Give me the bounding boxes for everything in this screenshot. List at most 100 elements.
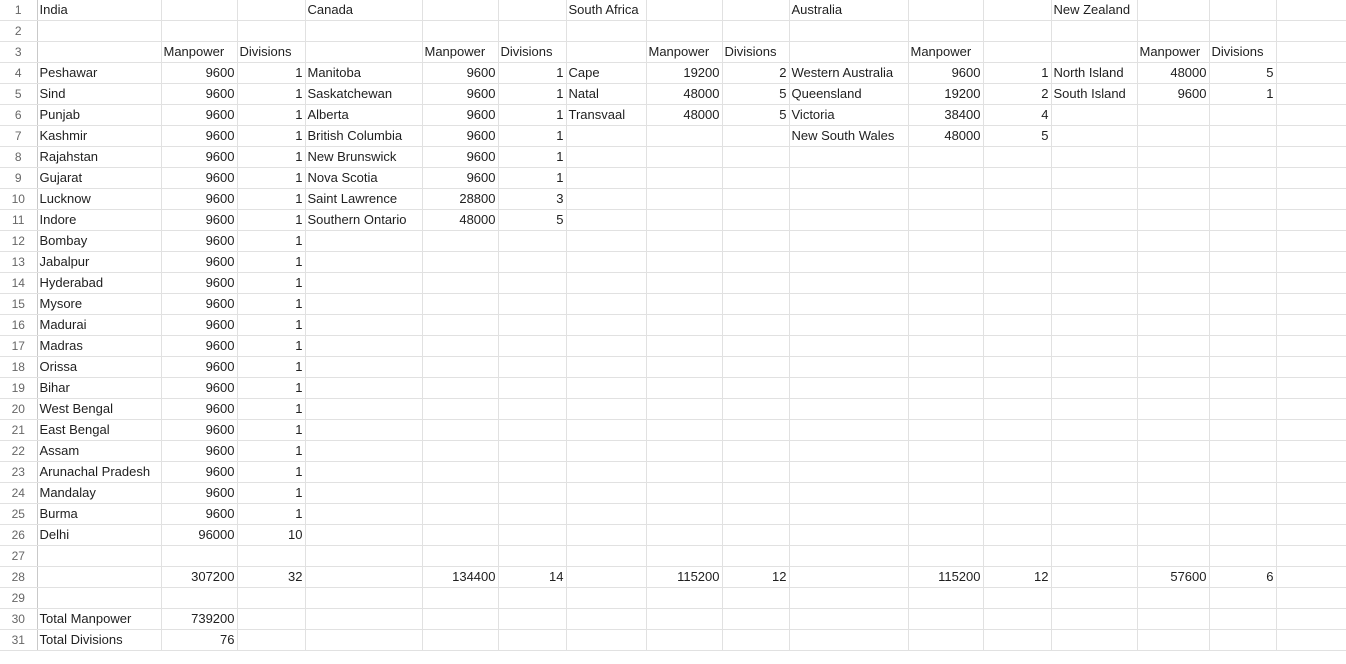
sheet-cell[interactable]: [566, 335, 647, 357]
sheet-cell[interactable]: New Zealand: [1051, 0, 1138, 21]
sheet-cell[interactable]: [983, 440, 1052, 462]
row-header[interactable]: 13: [0, 251, 38, 273]
sheet-cell[interactable]: [422, 356, 499, 378]
sheet-cell[interactable]: [566, 125, 647, 147]
sheet-cell[interactable]: [1137, 272, 1210, 294]
row-header[interactable]: 22: [0, 440, 38, 462]
sheet-cell[interactable]: [1209, 146, 1277, 168]
sheet-cell[interactable]: [722, 0, 790, 21]
sheet-cell[interactable]: 9600: [161, 377, 238, 399]
sheet-cell[interactable]: [498, 419, 567, 441]
sheet-cell[interactable]: [983, 41, 1052, 63]
sheet-cell[interactable]: [722, 503, 790, 525]
sheet-cell[interactable]: South Island: [1051, 83, 1138, 105]
sheet-cell[interactable]: [908, 0, 984, 21]
sheet-cell[interactable]: [161, 0, 238, 21]
sheet-cell[interactable]: [422, 545, 499, 567]
sheet-cell[interactable]: Victoria: [789, 104, 909, 126]
sheet-cell[interactable]: [422, 293, 499, 315]
sheet-cell[interactable]: [646, 188, 723, 210]
sheet-cell[interactable]: Western Australia: [789, 62, 909, 84]
sheet-cell[interactable]: 307200: [161, 566, 238, 588]
sheet-cell[interactable]: [722, 377, 790, 399]
row-header[interactable]: 28: [0, 566, 38, 588]
row-header[interactable]: 15: [0, 293, 38, 315]
sheet-cell[interactable]: [498, 356, 567, 378]
sheet-cell[interactable]: [1276, 62, 1346, 84]
sheet-cell[interactable]: Canada: [305, 0, 423, 21]
sheet-cell[interactable]: Alberta: [305, 104, 423, 126]
sheet-cell[interactable]: [237, 587, 306, 609]
sheet-cell[interactable]: 9600: [422, 125, 499, 147]
sheet-cell[interactable]: [722, 293, 790, 315]
sheet-cell[interactable]: [1209, 545, 1277, 567]
sheet-cell[interactable]: [646, 356, 723, 378]
sheet-cell[interactable]: 9600: [422, 83, 499, 105]
sheet-cell[interactable]: [1051, 440, 1138, 462]
sheet-cell[interactable]: Lucknow: [37, 188, 162, 210]
sheet-cell[interactable]: [983, 0, 1052, 21]
sheet-cell[interactable]: 1: [983, 62, 1052, 84]
sheet-cell[interactable]: [908, 608, 984, 630]
sheet-cell[interactable]: 12: [722, 566, 790, 588]
sheet-cell[interactable]: [498, 482, 567, 504]
sheet-cell[interactable]: [1051, 272, 1138, 294]
sheet-cell[interactable]: [1051, 629, 1138, 651]
sheet-cell[interactable]: 1: [237, 230, 306, 252]
row-header[interactable]: 23: [0, 461, 38, 483]
sheet-cell[interactable]: [722, 314, 790, 336]
sheet-cell[interactable]: [983, 146, 1052, 168]
sheet-cell[interactable]: [646, 461, 723, 483]
sheet-cell[interactable]: [1137, 461, 1210, 483]
row-header[interactable]: 24: [0, 482, 38, 504]
sheet-cell[interactable]: 9600: [422, 146, 499, 168]
sheet-cell[interactable]: [1209, 0, 1277, 21]
sheet-cell[interactable]: [1137, 545, 1210, 567]
sheet-cell[interactable]: [1051, 482, 1138, 504]
sheet-cell[interactable]: [422, 419, 499, 441]
sheet-cell[interactable]: Madurai: [37, 314, 162, 336]
sheet-cell[interactable]: [422, 0, 499, 21]
sheet-cell[interactable]: [722, 419, 790, 441]
sheet-cell[interactable]: Queensland: [789, 83, 909, 105]
sheet-cell[interactable]: [1051, 587, 1138, 609]
sheet-cell[interactable]: [722, 545, 790, 567]
sheet-cell[interactable]: Divisions: [237, 41, 306, 63]
sheet-cell[interactable]: Mysore: [37, 293, 162, 315]
sheet-cell[interactable]: [1051, 335, 1138, 357]
sheet-cell[interactable]: [908, 20, 984, 42]
sheet-cell[interactable]: [422, 482, 499, 504]
sheet-cell[interactable]: [498, 524, 567, 546]
sheet-cell[interactable]: [789, 482, 909, 504]
sheet-cell[interactable]: Rajahstan: [37, 146, 162, 168]
sheet-cell[interactable]: [161, 545, 238, 567]
sheet-cell[interactable]: [1276, 230, 1346, 252]
sheet-cell[interactable]: [789, 566, 909, 588]
sheet-cell[interactable]: [1209, 167, 1277, 189]
sheet-cell[interactable]: [237, 629, 306, 651]
sheet-cell[interactable]: [1209, 314, 1277, 336]
sheet-cell[interactable]: [789, 356, 909, 378]
sheet-cell[interactable]: [1137, 608, 1210, 630]
sheet-cell[interactable]: 5: [1209, 62, 1277, 84]
sheet-cell[interactable]: [646, 293, 723, 315]
sheet-cell[interactable]: [908, 356, 984, 378]
sheet-cell[interactable]: [1137, 482, 1210, 504]
sheet-cell[interactable]: [498, 314, 567, 336]
sheet-cell[interactable]: 9600: [1137, 83, 1210, 105]
sheet-cell[interactable]: [908, 251, 984, 273]
row-header[interactable]: 14: [0, 272, 38, 294]
sheet-cell[interactable]: 9600: [161, 62, 238, 84]
sheet-cell[interactable]: India: [37, 0, 162, 21]
sheet-cell[interactable]: [722, 398, 790, 420]
sheet-cell[interactable]: [1051, 251, 1138, 273]
sheet-cell[interactable]: 1: [237, 104, 306, 126]
sheet-cell[interactable]: Punjab: [37, 104, 162, 126]
sheet-cell[interactable]: [566, 356, 647, 378]
sheet-cell[interactable]: [789, 629, 909, 651]
sheet-cell[interactable]: Divisions: [722, 41, 790, 63]
sheet-cell[interactable]: [908, 272, 984, 294]
sheet-cell[interactable]: [789, 440, 909, 462]
sheet-cell[interactable]: [305, 314, 423, 336]
sheet-cell[interactable]: Transvaal: [566, 104, 647, 126]
